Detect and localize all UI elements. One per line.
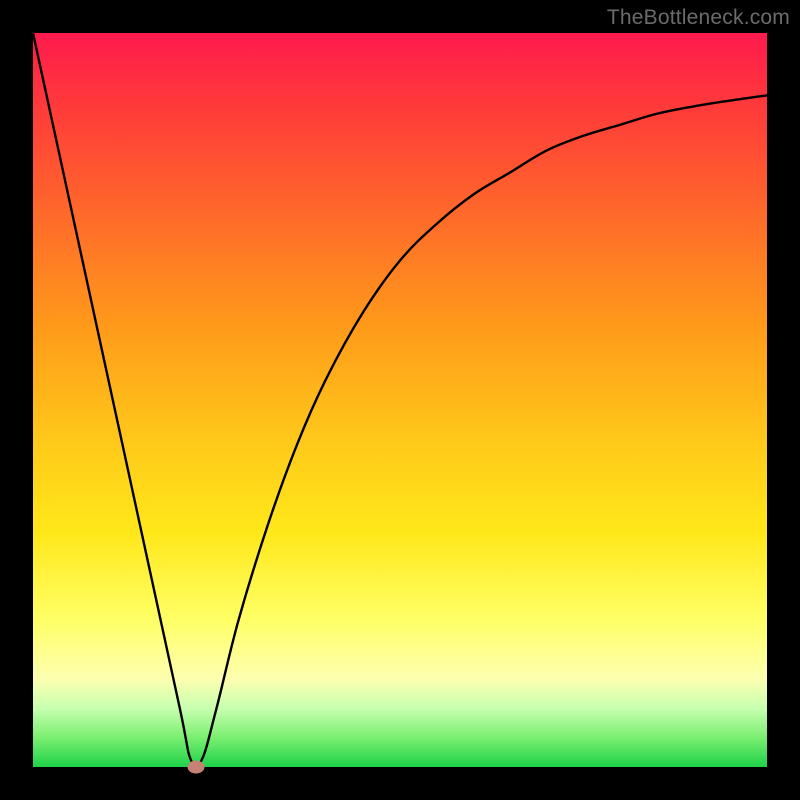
- bottleneck-marker: [187, 761, 204, 774]
- bottleneck-curve: [33, 33, 767, 767]
- plot-area: [33, 33, 767, 767]
- watermark-text: TheBottleneck.com: [607, 6, 790, 30]
- chart-frame: TheBottleneck.com: [0, 0, 800, 800]
